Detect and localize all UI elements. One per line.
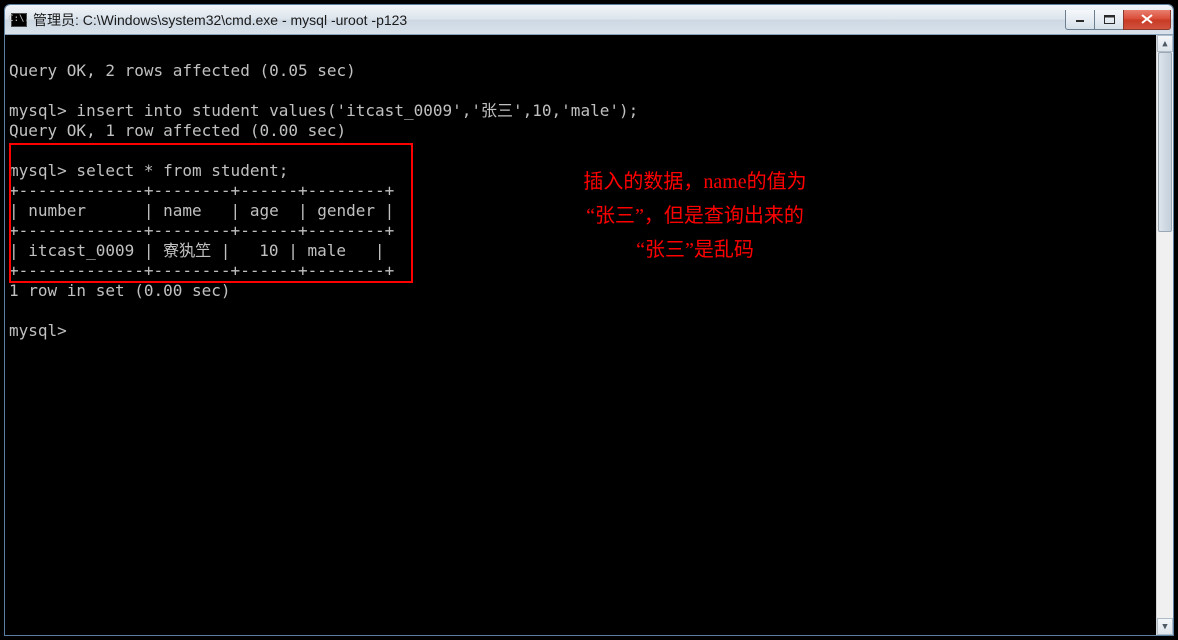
terminal-content: Query OK, 2 rows affected (0.05 sec) mys… xyxy=(5,35,1173,367)
terminal[interactable]: Query OK, 2 rows affected (0.05 sec) mys… xyxy=(5,35,1173,635)
minimize-button[interactable] xyxy=(1065,10,1095,30)
titlebar[interactable]: C:\. 管理员: C:\Windows\system32\cmd.exe - … xyxy=(5,5,1173,35)
term-line: mysql> xyxy=(9,321,67,340)
term-line: | itcast_0009 | 寮犱笁 | 10 | male | xyxy=(9,241,385,260)
app-icon-label: C:\. xyxy=(8,15,30,24)
maximize-button[interactable] xyxy=(1094,10,1124,30)
window-controls xyxy=(1066,10,1171,30)
window-title: 管理员: C:\Windows\system32\cmd.exe - mysql… xyxy=(33,10,1066,30)
vertical-scrollbar[interactable]: ▲ ▼ xyxy=(1156,35,1173,635)
cmd-window: C:\. 管理员: C:\Windows\system32\cmd.exe - … xyxy=(4,4,1174,636)
term-line: mysql> insert into student values('itcas… xyxy=(9,101,638,120)
app-icon: C:\. xyxy=(11,13,27,27)
term-line: mysql> select * from student; xyxy=(9,161,288,180)
scroll-thumb[interactable] xyxy=(1158,52,1172,232)
term-line: 1 row in set (0.00 sec) xyxy=(9,281,231,300)
term-line: | number | name | age | gender | xyxy=(9,201,394,220)
term-line: Query OK, 1 row affected (0.00 sec) xyxy=(9,121,346,140)
term-line: Query OK, 2 rows affected (0.05 sec) xyxy=(9,61,356,80)
term-line: +-------------+--------+------+--------+ xyxy=(9,221,394,240)
term-line: +-------------+--------+------+--------+ xyxy=(9,261,394,280)
scroll-up-button[interactable]: ▲ xyxy=(1157,35,1173,52)
term-line: +-------------+--------+------+--------+ xyxy=(9,181,394,200)
scroll-track[interactable] xyxy=(1157,52,1173,618)
close-button[interactable] xyxy=(1123,10,1171,30)
scroll-down-button[interactable]: ▼ xyxy=(1157,618,1173,635)
